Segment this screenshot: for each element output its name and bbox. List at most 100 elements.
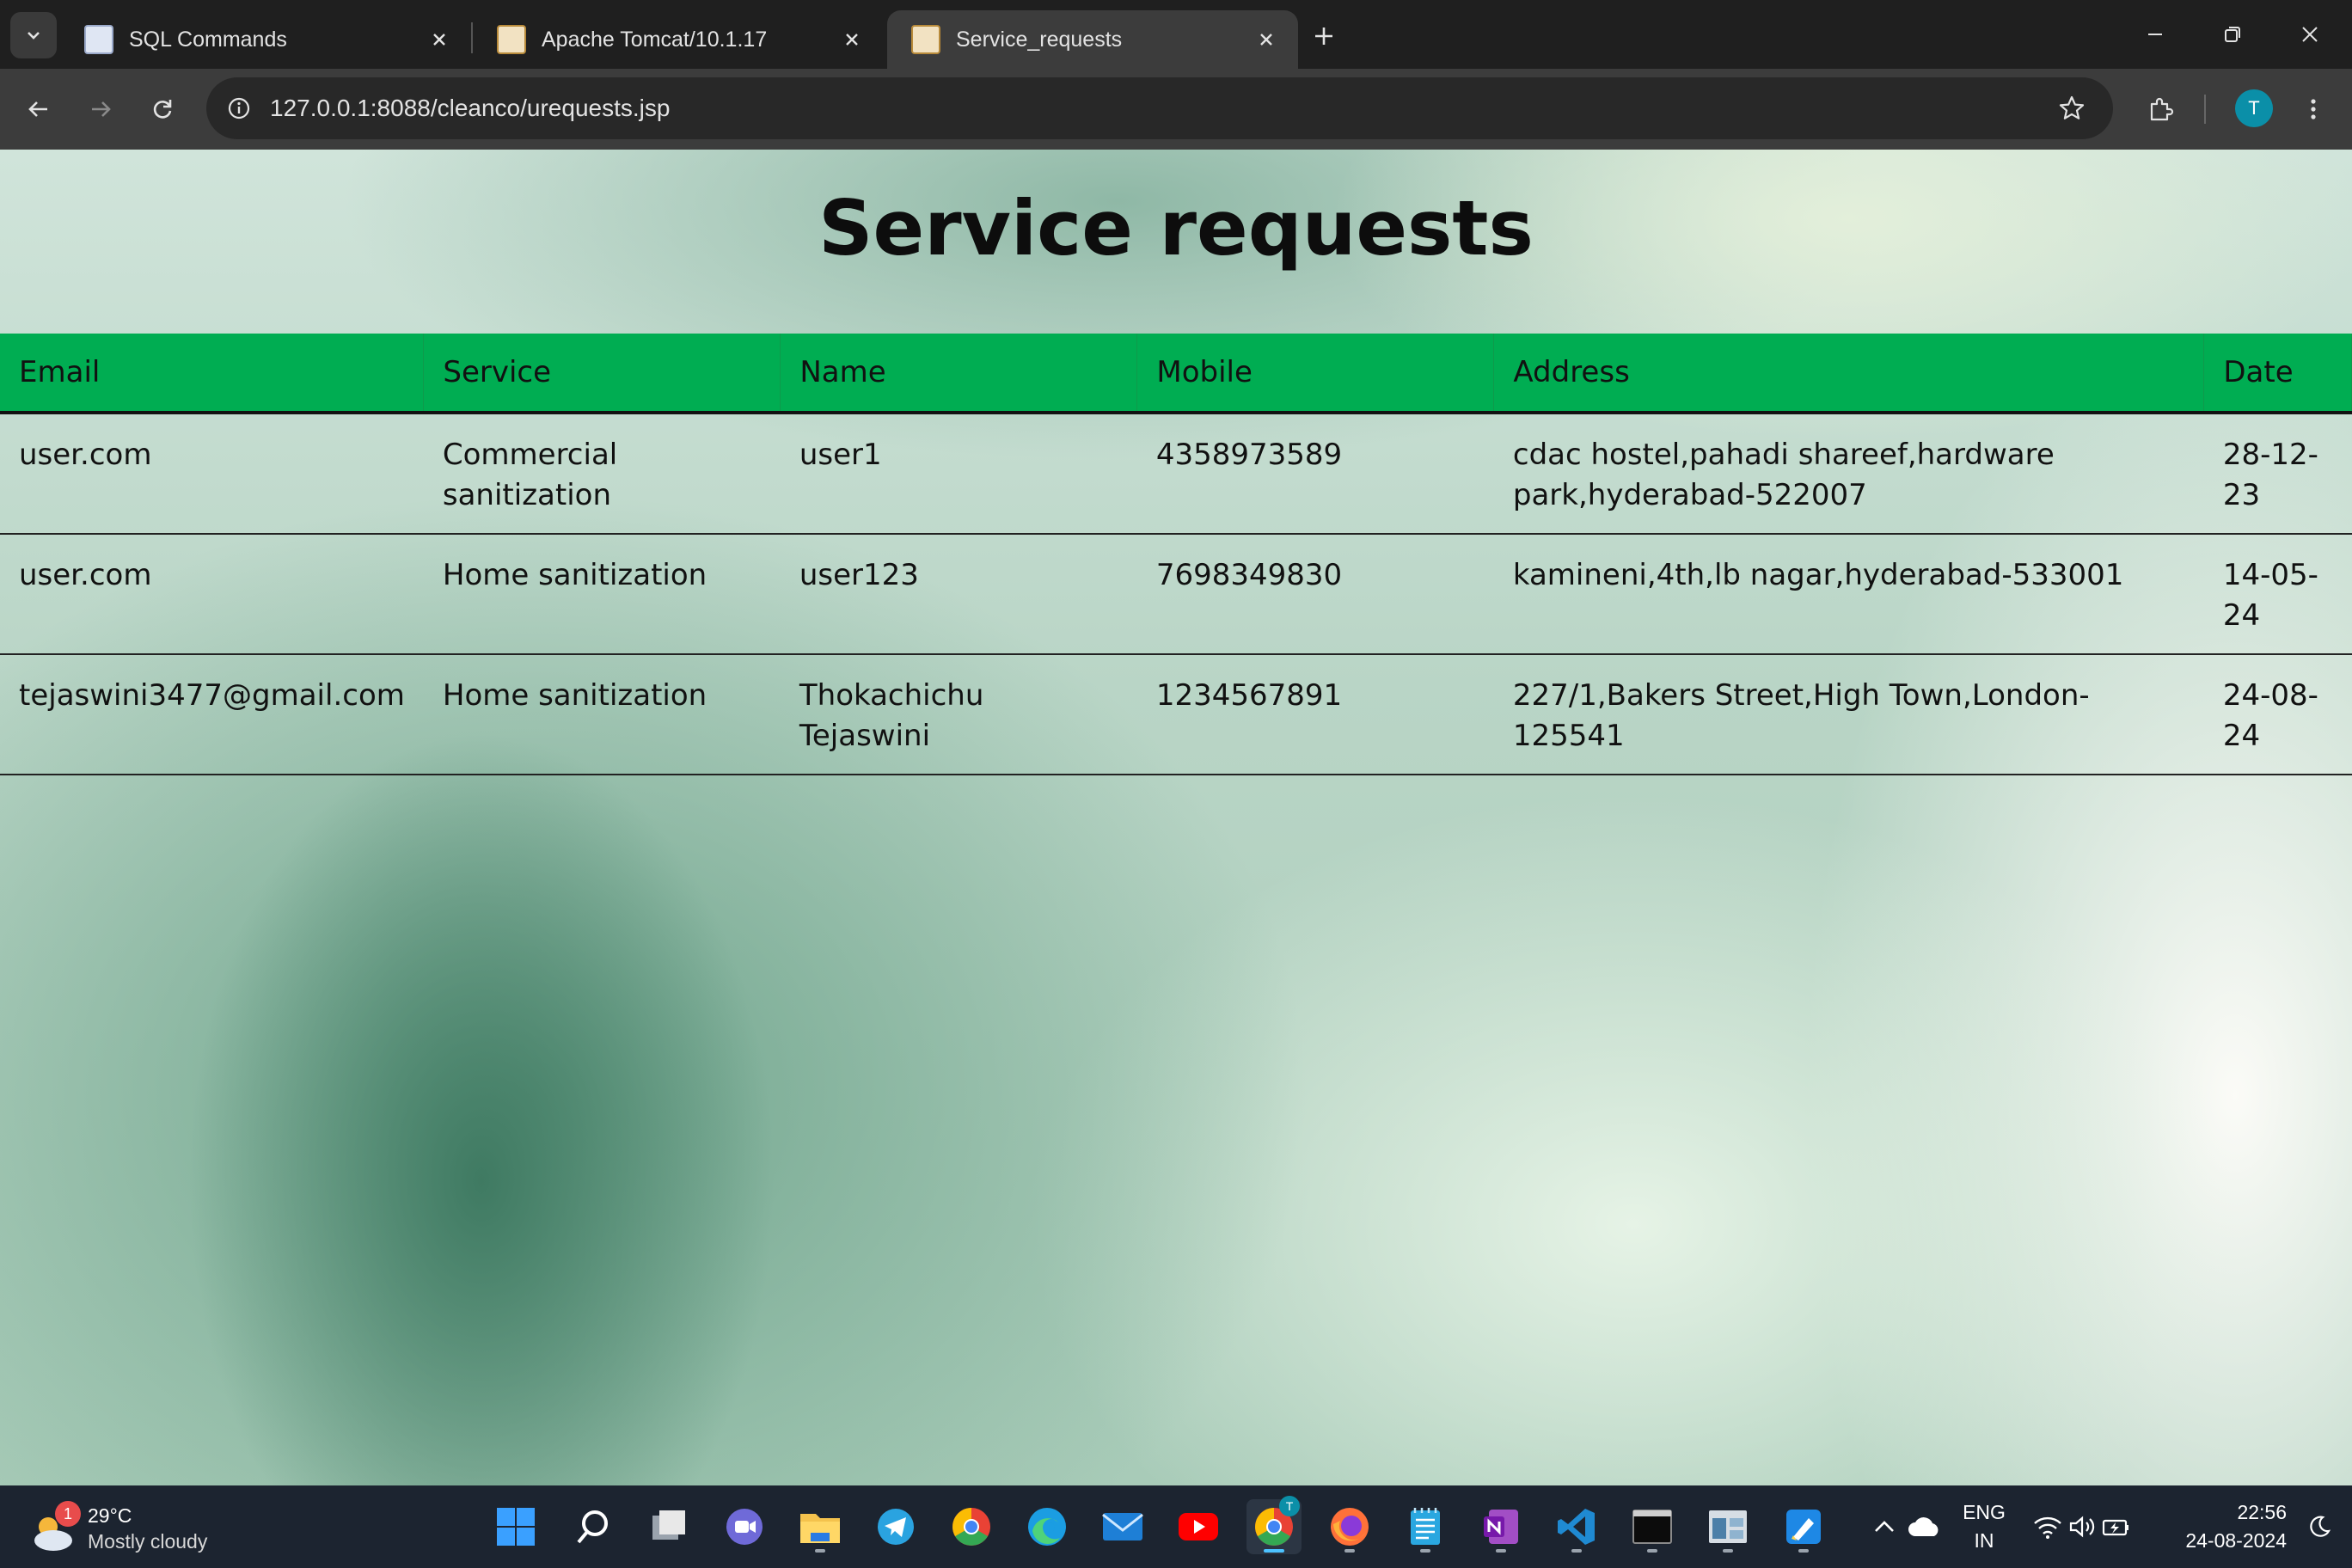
tab-service-requests[interactable]: Service_requests bbox=[887, 10, 1298, 69]
clock[interactable]: 22:56 24-08-2024 bbox=[2158, 1501, 2287, 1553]
tab-apache-tomcat[interactable]: Apache Tomcat/10.1.17 bbox=[473, 10, 884, 69]
toolbar-divider bbox=[2204, 95, 2206, 124]
minimize-button[interactable] bbox=[2125, 9, 2185, 60]
onedrive-button[interactable] bbox=[1896, 1499, 1951, 1554]
taskbar-meet[interactable] bbox=[717, 1499, 772, 1554]
notifications-button[interactable] bbox=[2292, 1499, 2347, 1554]
taskbar-paint[interactable] bbox=[1776, 1499, 1831, 1554]
taskbar-edge[interactable] bbox=[1020, 1499, 1075, 1554]
address-bar[interactable]: 127.0.0.1:8088/cleanco/urequests.jsp bbox=[206, 77, 2113, 139]
cell-service: Home sanitization bbox=[423, 654, 781, 775]
taskbar-app[interactable] bbox=[1700, 1499, 1755, 1554]
tab-title: Service_requests bbox=[956, 27, 1123, 52]
weather-widget[interactable]: 1 29°C Mostly cloudy bbox=[29, 1501, 287, 1556]
table-row: tejaswini3477@gmail.com Home sanitizatio… bbox=[0, 654, 2352, 775]
tab-sql-commands[interactable]: SQL Commands bbox=[60, 10, 471, 69]
cell-name: user123 bbox=[780, 534, 1137, 655]
terminal-icon bbox=[1632, 1510, 1672, 1544]
cloud-icon bbox=[1908, 1517, 1939, 1536]
profile-avatar[interactable]: T bbox=[2235, 89, 2273, 127]
notepad-icon bbox=[1411, 1508, 1440, 1545]
new-tab-button[interactable] bbox=[1305, 17, 1343, 55]
start-button[interactable] bbox=[488, 1499, 543, 1554]
cell-address: 227/1,Bakers Street,High Town,London-125… bbox=[1493, 654, 2204, 775]
chrome-icon bbox=[952, 1508, 990, 1546]
taskbar-youtube[interactable] bbox=[1171, 1499, 1226, 1554]
task-view-button[interactable] bbox=[641, 1499, 696, 1554]
url-text[interactable]: 127.0.0.1:8088/cleanco/urequests.jsp bbox=[270, 77, 670, 139]
reload-icon bbox=[153, 100, 172, 119]
close-window-button[interactable] bbox=[2280, 9, 2340, 60]
browser-toolbar: 127.0.0.1:8088/cleanco/urequests.jsp T bbox=[0, 69, 2352, 150]
taskbar-vscode[interactable] bbox=[1549, 1499, 1604, 1554]
taskbar-chrome[interactable]: T bbox=[1246, 1496, 1302, 1554]
notification-badge: 1 bbox=[55, 1501, 81, 1527]
cell-service: Commercial sanitization bbox=[423, 413, 781, 535]
taskbar-mail[interactable] bbox=[1095, 1499, 1150, 1554]
header-service: Service bbox=[423, 334, 781, 414]
puzzle-icon bbox=[2150, 97, 2174, 121]
paint-icon bbox=[1786, 1510, 1821, 1544]
taskbar-file-explorer[interactable] bbox=[793, 1499, 848, 1554]
wifi-icon bbox=[2034, 1516, 2061, 1539]
taskbar-chrome-profile[interactable] bbox=[944, 1499, 999, 1554]
quick-settings-button[interactable] bbox=[2022, 1499, 2142, 1554]
task-view-icon bbox=[652, 1510, 685, 1540]
close-icon[interactable] bbox=[426, 27, 452, 52]
taskbar-search-button[interactable] bbox=[566, 1499, 621, 1554]
site-info-icon[interactable] bbox=[220, 89, 258, 127]
cell-address: cdac hostel,pahadi shareef,hardware park… bbox=[1493, 413, 2204, 535]
firefox-icon bbox=[1331, 1508, 1369, 1546]
more-vert-icon bbox=[2311, 99, 2316, 119]
tab-strip: SQL Commands Apache Tomcat/10.1.17 Servi… bbox=[0, 0, 2352, 69]
cell-name: user1 bbox=[780, 413, 1137, 535]
page-favicon-icon bbox=[84, 25, 113, 54]
youtube-icon bbox=[1179, 1513, 1218, 1540]
volume-icon bbox=[2069, 1516, 2095, 1538]
clock-date: 24-08-2024 bbox=[2185, 1529, 2287, 1552]
page-content: Service requests Email Service Name Mobi… bbox=[0, 150, 2352, 1485]
close-icon[interactable] bbox=[839, 27, 865, 52]
running-indicator bbox=[1798, 1549, 1809, 1553]
bookmark-star-icon[interactable] bbox=[2053, 89, 2091, 127]
taskbar-terminal[interactable] bbox=[1625, 1499, 1680, 1554]
header-mobile: Mobile bbox=[1136, 334, 1495, 414]
language-region: IN bbox=[1974, 1529, 1994, 1552]
chevron-up-icon bbox=[1875, 1521, 1894, 1532]
vscode-icon bbox=[1558, 1509, 1595, 1545]
menu-button[interactable] bbox=[2292, 88, 2335, 131]
profile-badge: T bbox=[1279, 1496, 1300, 1516]
taskbar-firefox[interactable] bbox=[1322, 1499, 1377, 1554]
taskbar-telegram[interactable] bbox=[868, 1499, 923, 1554]
clock-time: 22:56 bbox=[2237, 1501, 2287, 1523]
tab-search-button[interactable] bbox=[10, 12, 57, 58]
forward-button[interactable] bbox=[79, 88, 122, 131]
tomcat-icon bbox=[497, 25, 526, 54]
language-code: ENG bbox=[1963, 1501, 2006, 1523]
tomcat-icon bbox=[911, 25, 940, 54]
running-indicator bbox=[1420, 1549, 1430, 1553]
app-window-icon bbox=[1709, 1510, 1747, 1543]
windows-start-icon bbox=[497, 1508, 535, 1546]
reload-button[interactable] bbox=[141, 88, 184, 131]
cell-email: user.com bbox=[0, 534, 424, 655]
arrow-right-icon bbox=[92, 101, 111, 117]
language-indicator[interactable]: ENG IN bbox=[1951, 1501, 2017, 1553]
cell-name: Thokachichu Tejaswini bbox=[780, 654, 1137, 775]
restore-button[interactable] bbox=[2202, 9, 2263, 60]
cell-service: Home sanitization bbox=[423, 534, 781, 655]
page-title: Service requests bbox=[818, 184, 1534, 273]
minimize-icon bbox=[2148, 34, 2162, 35]
header-date: Date bbox=[2203, 334, 2352, 414]
cell-mobile: 4358973589 bbox=[1136, 413, 1494, 535]
taskbar-notepad[interactable] bbox=[1398, 1499, 1453, 1554]
running-indicator bbox=[1496, 1549, 1506, 1553]
restore-icon bbox=[2225, 27, 2240, 42]
close-icon[interactable] bbox=[1253, 27, 1279, 52]
cell-email: user.com bbox=[0, 413, 424, 535]
back-button[interactable] bbox=[17, 88, 60, 131]
table-row: user.com Commercial sanitization user1 4… bbox=[0, 413, 2352, 535]
video-call-icon bbox=[726, 1509, 763, 1545]
taskbar-onenote[interactable] bbox=[1473, 1499, 1528, 1554]
extensions-button[interactable] bbox=[2139, 88, 2182, 131]
